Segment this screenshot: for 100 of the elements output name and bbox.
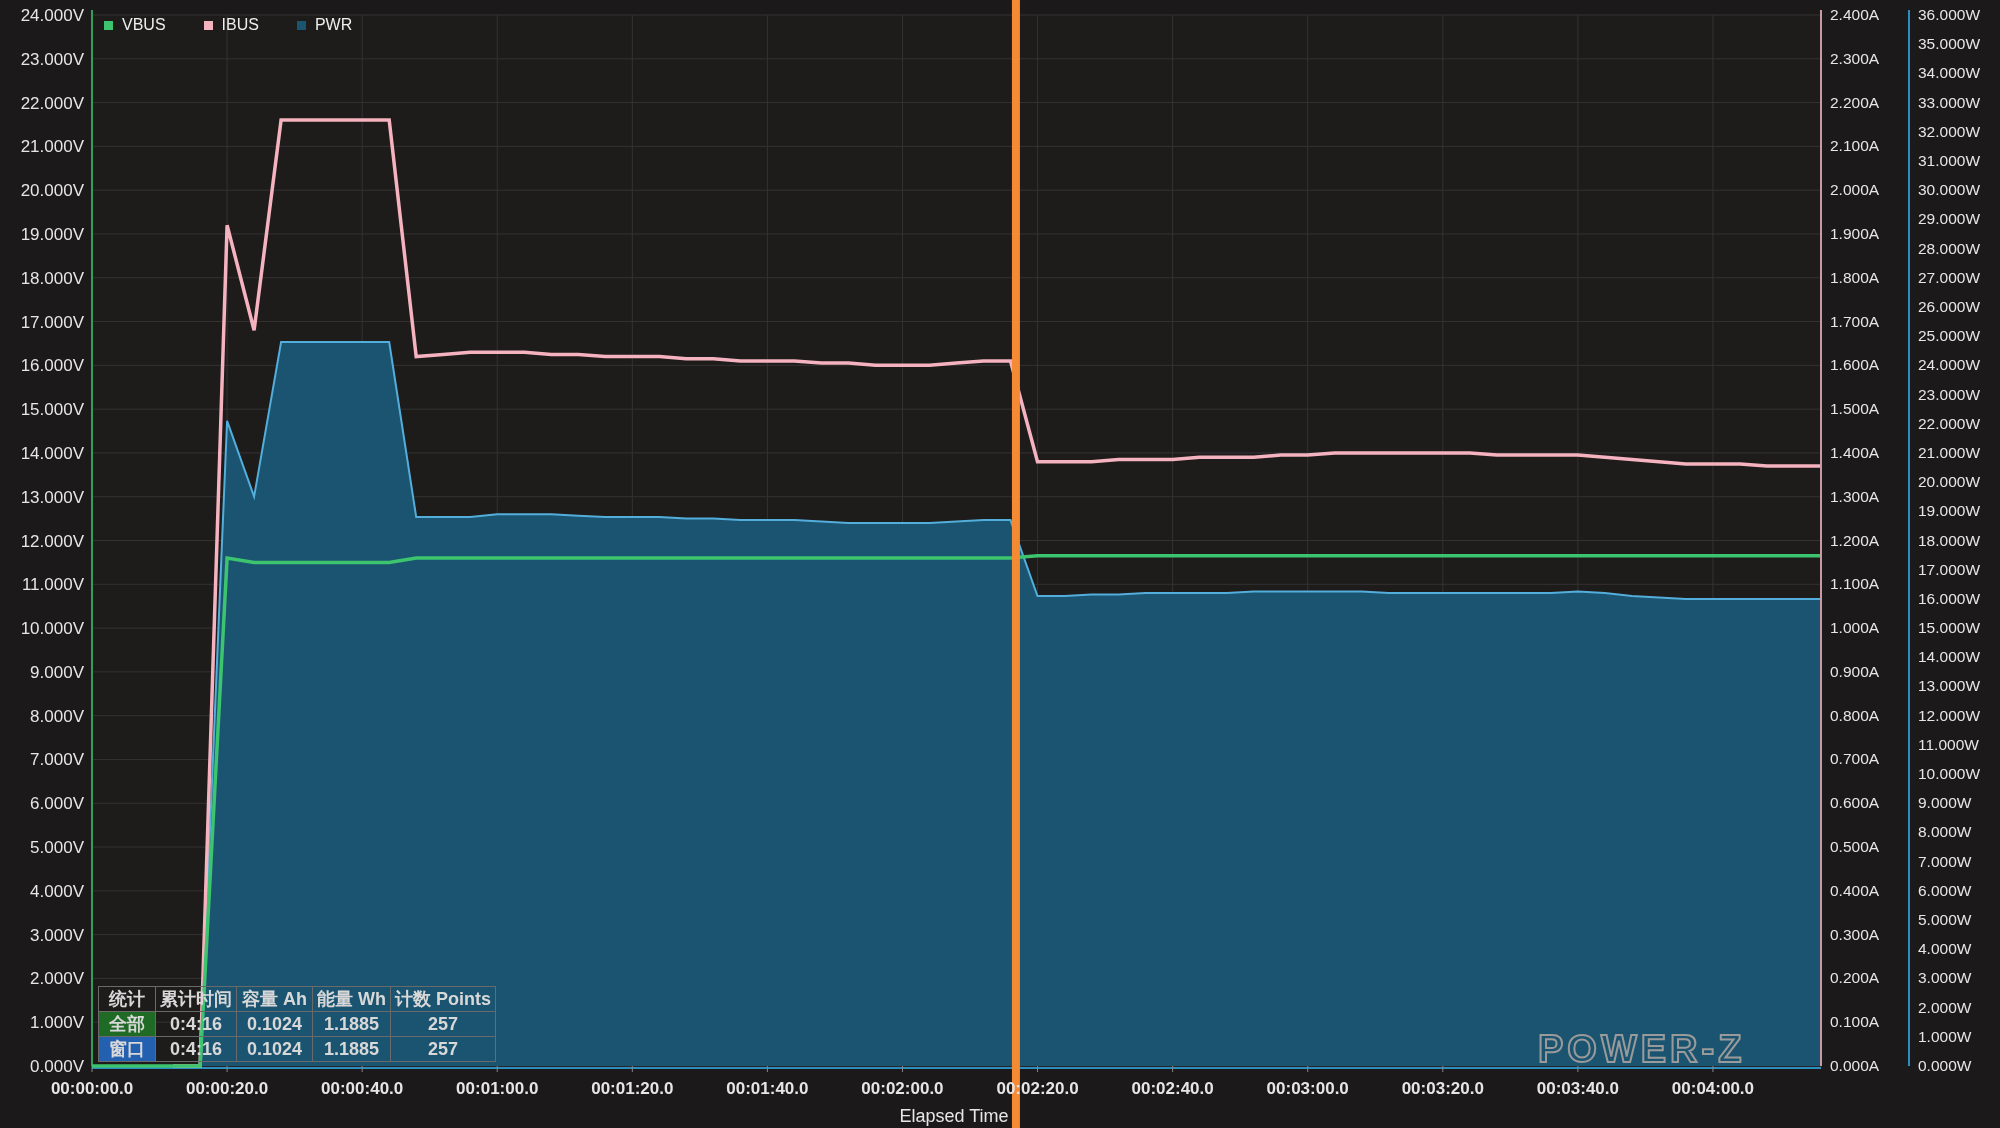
axis-tick-label: 12.000W xyxy=(1918,706,1981,724)
axis-tick-label: 1.000W xyxy=(1918,1027,1972,1045)
axis-tick-label: 29.000W xyxy=(1918,210,1981,228)
axis-title: Elapsed Time xyxy=(899,1106,1009,1126)
axis-tick-label: 7.000W xyxy=(1918,852,1972,870)
axis-tick-label: 13.000W xyxy=(1918,677,1981,695)
table-cell: 1.1885 xyxy=(312,1036,391,1062)
axis-tick-label: 00:01:20.0 xyxy=(591,1079,674,1098)
row-label: 全部 xyxy=(98,1011,156,1037)
axis-tick-label: 22.000V xyxy=(20,93,84,113)
axis-tick-label: 1.500A xyxy=(1830,400,1880,418)
axis-tick-label: 33.000W xyxy=(1918,93,1981,111)
column-header: 统计 xyxy=(98,986,156,1012)
axis-tick-label: 13.000V xyxy=(20,487,84,507)
axis-tick-label: 26.000W xyxy=(1918,297,1981,315)
table-cell: 0.1024 xyxy=(236,1011,313,1037)
axis-tick-label: 36.000W xyxy=(1918,6,1981,23)
column-header: 计数 Points xyxy=(390,986,496,1012)
axis-tick-label: 0.900A xyxy=(1830,662,1880,680)
axis-tick-label: 2.000A xyxy=(1830,181,1880,199)
axis-tick-label: 17.000W xyxy=(1918,560,1981,578)
axis-tick-label: 15.000W xyxy=(1918,619,1981,637)
axis-tick-label: 0.600A xyxy=(1830,794,1880,812)
table-cell: 257 xyxy=(390,1036,496,1062)
axis-tick-label: 27.000W xyxy=(1918,268,1981,286)
axis-tick-label: 18.000V xyxy=(20,268,84,288)
axis-tick-label: 00:03:00.0 xyxy=(1266,1079,1349,1098)
column-header: 能量 Wh xyxy=(312,986,391,1012)
axis-tick-label: 2.100A xyxy=(1830,137,1880,155)
axis-tick-label: 23.000V xyxy=(20,49,84,69)
axis-tick-label: 21.000W xyxy=(1918,443,1981,461)
axis-tick-label: 30.000W xyxy=(1918,181,1981,199)
axis-tick-label: 34.000W xyxy=(1918,64,1981,82)
axis-tick-label: 1.200A xyxy=(1830,531,1880,549)
axis-tick-label: 1.900A xyxy=(1830,224,1880,242)
axis-tick-label: 1.300A xyxy=(1830,487,1880,505)
axis-tick-label: 16.000W xyxy=(1918,589,1981,607)
table-cell: 1.1885 xyxy=(312,1011,391,1037)
axis-tick-label: 20.000W xyxy=(1918,473,1981,491)
axis-tick-label: 00:00:20.0 xyxy=(185,1079,269,1098)
axis-tick-label: 35.000W xyxy=(1918,35,1981,53)
axis-tick-label: 24.000W xyxy=(1918,356,1981,374)
axis-tick-label: 8.000V xyxy=(30,706,84,726)
axis-tick-label: 14.000V xyxy=(20,443,84,463)
axis-tick-label: 1.000A xyxy=(1830,619,1880,637)
axis-tick-label: 19.000W xyxy=(1918,502,1981,520)
legend-label[interactable]: PWR xyxy=(314,16,353,34)
axis-tick-label: 5.000W xyxy=(1918,911,1972,929)
axis-tick-label: 6.000W xyxy=(1918,881,1972,899)
axis-tick-label: 32.000W xyxy=(1918,122,1981,140)
axis-tick-label: 16.000V xyxy=(20,356,84,376)
axis-tick-label: 10.000V xyxy=(20,619,84,639)
axis-tick-label: 0.200A xyxy=(1830,969,1880,987)
axis-tick-label: 12.000V xyxy=(20,531,84,551)
axis-tick-label: 0.000V xyxy=(30,1057,84,1076)
axis-tick-label: 19.000V xyxy=(20,224,84,244)
axis-tick-label: 0.300A xyxy=(1830,925,1880,943)
axis-tick-label: 9.000W xyxy=(1918,794,1972,812)
axis-tick-label: 2.200A xyxy=(1830,93,1880,111)
legend-label[interactable]: VBUS xyxy=(122,16,166,34)
axis-tick-label: 00:00:00.0 xyxy=(50,1079,134,1098)
axis-tick-label: 2.000V xyxy=(30,969,84,989)
axis-tick-label: 00:00:40.0 xyxy=(321,1079,404,1098)
axis-tick-label: 10.000W xyxy=(1918,765,1981,783)
table-cell: 257 xyxy=(390,1011,496,1037)
axis-tick-label: 22.000W xyxy=(1918,414,1981,432)
axis-tick-label: 0.800A xyxy=(1830,706,1880,724)
axis-tick-label: 11.000W xyxy=(1918,735,1979,753)
axis-tick-label: 0.100A xyxy=(1830,1013,1880,1031)
axis-tick-label: 0.700A xyxy=(1830,750,1880,768)
axis-tick-label: 1.100A xyxy=(1830,575,1880,593)
axis-tick-label: 5.000V xyxy=(30,838,84,858)
axis-tick-label: 00:03:20.0 xyxy=(1401,1079,1484,1098)
axis-tick-label: 18.000W xyxy=(1918,531,1981,549)
column-header: 容量 Ah xyxy=(236,986,313,1012)
axis-tick-label: 21.000V xyxy=(20,137,84,157)
axis-tick-label: 3.000W xyxy=(1918,969,1972,987)
axis-tick-label: 17.000V xyxy=(20,312,84,332)
axis-tick-label: 14.000W xyxy=(1918,648,1981,666)
axis-tick-label: 31.000W xyxy=(1918,151,1981,169)
legend-label[interactable]: IBUS xyxy=(221,16,259,34)
axis-tick-label: 0.400A xyxy=(1830,881,1880,899)
axis-tick-label: 3.000V xyxy=(30,925,84,945)
axis-tick-label: 8.000W xyxy=(1918,823,1972,841)
axis-tick-label: 4.000V xyxy=(30,881,84,901)
axis-tick-label: 1.700A xyxy=(1830,312,1880,330)
axis-tick-label: 0.000W xyxy=(1918,1057,1972,1074)
axis-tick-label: 7.000V xyxy=(30,750,84,770)
axis-tick-label: 20.000V xyxy=(20,181,84,201)
brand-logo: POWER-Z xyxy=(1538,1028,1746,1071)
axis-tick-label: 2.300A xyxy=(1830,49,1880,67)
axis-tick-label: 00:02:00.0 xyxy=(861,1079,944,1098)
axis-tick-label: 0.000A xyxy=(1830,1057,1880,1074)
axis-tick-label: 6.000V xyxy=(30,794,84,814)
axis-tick-label: 4.000W xyxy=(1918,940,1972,958)
axis-tick-label: 00:04:00.0 xyxy=(1671,1079,1755,1098)
axis-tick-label: 28.000W xyxy=(1918,239,1981,257)
axis-tick-label: 23.000W xyxy=(1918,385,1981,403)
row-label: 窗口 xyxy=(98,1036,156,1062)
axis-tick-label: 9.000V xyxy=(30,662,84,682)
